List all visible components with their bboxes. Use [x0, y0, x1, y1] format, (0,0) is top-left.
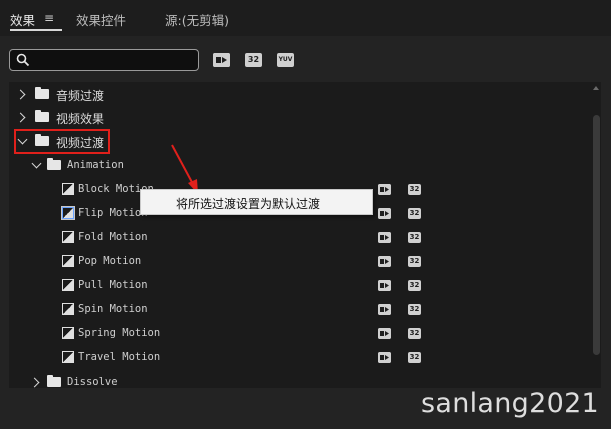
accelerated-icon — [378, 352, 391, 363]
transition-icon — [62, 255, 74, 267]
folder-icon — [47, 375, 61, 387]
transition-label: Spring Motion — [78, 327, 161, 339]
folder-video-effects[interactable]: 视频效果 — [9, 107, 592, 131]
search-icon — [16, 53, 30, 67]
context-menu: 将所选过渡设置为默认过渡 — [140, 189, 373, 215]
accelerated-icon — [378, 280, 391, 291]
tab-effects[interactable]: 效果 — [10, 10, 35, 29]
folder-label: 视频效果 — [56, 112, 105, 126]
yuv-effects-icon[interactable]: YUV — [277, 53, 294, 67]
32bit-icon: 32 — [408, 304, 421, 315]
transition-item-spin-motion[interactable]: Spin Motion 32 — [9, 299, 592, 323]
accelerated-icon — [378, 184, 391, 195]
folder-label: Dissolve — [67, 376, 118, 388]
panel-tab-bar: 效果 ≡ 效果控件 源:(无剪辑) — [0, 0, 611, 36]
accelerated-icon — [378, 208, 391, 219]
transition-icon — [62, 303, 74, 315]
folder-icon — [47, 158, 61, 170]
folder-icon — [35, 110, 49, 122]
search-input[interactable] — [9, 49, 199, 71]
transition-icon — [61, 206, 75, 220]
transition-icon — [62, 231, 74, 243]
tab-effect-controls[interactable]: 效果控件 — [76, 10, 126, 29]
active-tab-underline — [10, 29, 62, 31]
transition-label: Fold Motion — [78, 231, 148, 243]
context-menu-item-set-default-transition[interactable]: 将所选过渡设置为默认过渡 — [176, 195, 320, 212]
transition-item-pop-motion[interactable]: Pop Motion 32 — [9, 251, 592, 275]
32bit-icon: 32 — [408, 328, 421, 339]
chevron-right-icon[interactable] — [15, 112, 26, 123]
transition-label: Travel Motion — [78, 351, 161, 363]
chevron-down-icon[interactable] — [31, 158, 42, 169]
32bit-icon: 32 — [408, 280, 421, 291]
32bit-icon: 32 — [408, 184, 421, 195]
accelerated-icon — [378, 304, 391, 315]
panel-menu-icon[interactable]: ≡ — [44, 11, 54, 25]
transition-icon — [62, 327, 74, 339]
32bit-icon: 32 — [408, 256, 421, 267]
scroll-up-icon[interactable] — [593, 86, 599, 90]
transition-label: Pull Motion — [78, 279, 148, 291]
accelerated-effects-icon[interactable] — [213, 53, 230, 67]
transition-icon — [62, 351, 74, 363]
tree-scrollbar[interactable] — [592, 82, 601, 388]
accelerated-icon — [378, 256, 391, 267]
32bit-icon: 32 — [408, 232, 421, 243]
transition-label: Spin Motion — [78, 303, 148, 315]
chevron-right-icon[interactable] — [15, 89, 26, 100]
folder-dissolve[interactable]: Dissolve — [9, 372, 592, 388]
transition-item-travel-motion[interactable]: Travel Motion 32 — [9, 347, 592, 371]
folder-label: Animation — [67, 159, 124, 171]
folder-icon — [35, 87, 49, 99]
transition-icon — [62, 183, 74, 195]
folder-audio-transitions[interactable]: 音频过渡 — [9, 84, 592, 108]
transition-icon — [62, 279, 74, 291]
32bit-icon: 32 — [408, 208, 421, 219]
scrollbar-thumb[interactable] — [593, 115, 600, 355]
transition-item-fold-motion[interactable]: Fold Motion 32 — [9, 227, 592, 251]
transition-item-spring-motion[interactable]: Spring Motion 32 — [9, 323, 592, 347]
transition-label: Flip Motion — [78, 207, 148, 219]
32bit-color-icon[interactable]: 32 — [245, 53, 262, 67]
folder-animation[interactable]: Animation — [9, 155, 592, 179]
tab-source[interactable]: 源:(无剪辑) — [165, 10, 229, 29]
accelerated-icon — [378, 328, 391, 339]
effects-tree: 音频过渡 视频效果 视频过渡 Animation Block Motion 32… — [9, 82, 592, 388]
watermark: sanlang2021 — [421, 388, 600, 419]
transition-label: Pop Motion — [78, 255, 142, 267]
chevron-right-icon[interactable] — [29, 377, 40, 388]
32bit-icon: 32 — [408, 352, 421, 363]
transition-item-pull-motion[interactable]: Pull Motion 32 — [9, 275, 592, 299]
accelerated-icon — [378, 232, 391, 243]
folder-label: 音频过渡 — [56, 89, 105, 103]
highlight-box — [14, 129, 110, 154]
